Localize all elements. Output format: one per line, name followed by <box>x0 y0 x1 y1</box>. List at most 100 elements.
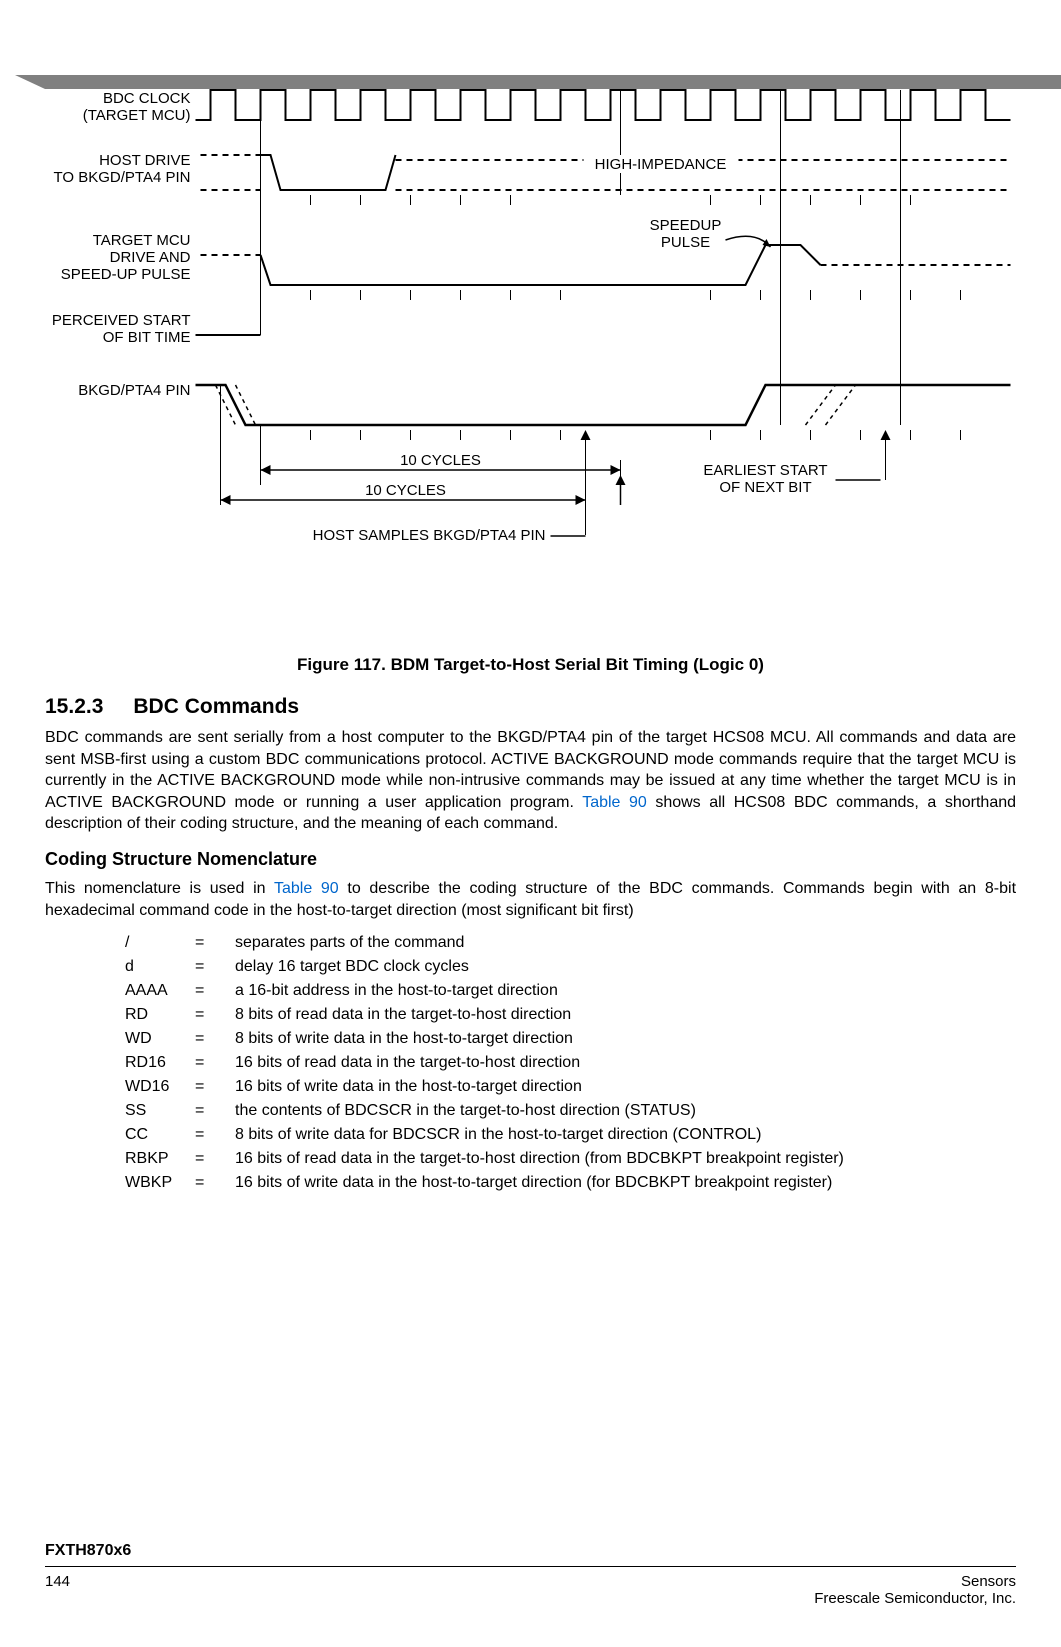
footer-right-l1: Sensors <box>814 1573 1016 1590</box>
bkgd-fall-dash2 <box>236 385 256 425</box>
nomen-eq: = <box>195 982 235 1000</box>
nomen-eq: = <box>195 934 235 952</box>
nomen-eq: = <box>195 1150 235 1168</box>
target-waveform <box>261 245 821 285</box>
nomen-row: WD16=16 bits of write data in the host-t… <box>125 1075 1016 1099</box>
paragraph-1: BDC commands are sent serially from a ho… <box>45 727 1016 835</box>
label-speedup-l2: PULSE <box>661 234 710 251</box>
nomen-sym: RBKP <box>125 1150 195 1168</box>
nomen-sym: RD16 <box>125 1054 195 1072</box>
nomen-row: CC=8 bits of write data for BDCSCR in th… <box>125 1123 1016 1147</box>
nomen-row: d=delay 16 target BDC clock cycles <box>125 955 1016 979</box>
ticks-row3 <box>311 290 961 300</box>
subheading-coding-structure: Coding Structure Nomenclature <box>45 849 1016 870</box>
row-perceived: PERCEIVED START OF BIT TIME <box>52 312 261 346</box>
footer-right: Sensors Freescale Semiconductor, Inc. <box>814 1573 1016 1607</box>
label-earliest-l2: OF NEXT BIT <box>719 479 811 496</box>
nomen-sym: WD <box>125 1030 195 1048</box>
nomen-eq: = <box>195 958 235 976</box>
speedup-arrow-line <box>726 236 771 247</box>
nomen-row: RD16=16 bits of read data in the target-… <box>125 1051 1016 1075</box>
p2-text-a: This nomenclature is used in <box>45 880 274 897</box>
timing-figure: BDC CLOCK (TARGET MCU) HOST DRIVE TO BKG… <box>45 75 1016 645</box>
nomen-eq: = <box>195 1078 235 1096</box>
nomen-eq: = <box>195 1126 235 1144</box>
nomen-row: WBKP=16 bits of write data in the host-t… <box>125 1171 1016 1195</box>
label-high-impedance: HIGH-IMPEDANCE <box>595 156 727 173</box>
footer-right-l2: Freescale Semiconductor, Inc. <box>814 1590 1016 1607</box>
nomen-desc: 16 bits of read data in the target-to-ho… <box>235 1150 1016 1168</box>
nomen-eq: = <box>195 1030 235 1048</box>
nomen-desc: delay 16 target BDC clock cycles <box>235 958 1016 976</box>
timing-diagram-svg: BDC CLOCK (TARGET MCU) HOST DRIVE TO BKG… <box>45 75 1016 645</box>
nomen-row: /=separates parts of the command <box>125 931 1016 955</box>
ticks-row5 <box>311 430 961 440</box>
nomen-desc: a 16-bit address in the host-to-target d… <box>235 982 1016 1000</box>
table-90-link-1[interactable]: Table 90 <box>582 794 647 811</box>
dimension-arrows: 10 CYCLES 10 CYCLES HOST SAMPLES BKGD/PT… <box>221 385 891 544</box>
nomen-eq: = <box>195 1174 235 1192</box>
bkgd-fall-dash1 <box>216 385 236 425</box>
nomen-row: RD=8 bits of read data in the target-to-… <box>125 1003 1016 1027</box>
page: BDC CLOCK (TARGET MCU) HOST DRIVE TO BKG… <box>0 75 1061 1647</box>
nomen-sym: CC <box>125 1126 195 1144</box>
nomen-sym: WD16 <box>125 1078 195 1096</box>
nomen-row: RBKP=16 bits of read data in the target-… <box>125 1147 1016 1171</box>
label-bdc-clock-l1: BDC CLOCK <box>103 90 191 107</box>
section-number: 15.2.3 <box>45 695 103 719</box>
bkgd-rise-dash1 <box>806 385 836 425</box>
bkgd-rise-dash2 <box>826 385 856 425</box>
nomen-sym: / <box>125 934 195 952</box>
row-bkgd-pin: BKGD/PTA4 PIN <box>78 382 1010 440</box>
nomen-row: WD=8 bits of write data in the host-to-t… <box>125 1027 1016 1051</box>
nomen-sym: RD <box>125 1006 195 1024</box>
row-target-mcu: TARGET MCU DRIVE AND SPEED-UP PULSE SPEE… <box>61 217 1011 300</box>
label-perceived-l2: OF BIT TIME <box>103 329 191 346</box>
nomen-row: AAAA=a 16-bit address in the host-to-tar… <box>125 979 1016 1003</box>
label-bkgd-pin: BKGD/PTA4 PIN <box>78 382 190 399</box>
label-target-l2: DRIVE AND <box>110 249 191 266</box>
nomen-desc: 16 bits of read data in the target-to-ho… <box>235 1054 1016 1072</box>
label-host-samples: HOST SAMPLES BKGD/PTA4 PIN <box>313 527 546 544</box>
nomen-eq: = <box>195 1006 235 1024</box>
section-title: BDC Commands <box>133 695 299 718</box>
nomen-sym: SS <box>125 1102 195 1120</box>
nomen-desc: 8 bits of write data for BDCSCR in the h… <box>235 1126 1016 1144</box>
nomenclature-list: /=separates parts of the command d=delay… <box>125 931 1016 1195</box>
nomen-desc: 8 bits of write data in the host-to-targ… <box>235 1030 1016 1048</box>
table-90-link-2[interactable]: Table 90 <box>274 880 339 897</box>
nomen-row: SS=the contents of BDCSCR in the target-… <box>125 1099 1016 1123</box>
nomen-sym: AAAA <box>125 982 195 1000</box>
footer-device: FXTH870x6 <box>45 1542 1016 1560</box>
nomen-desc: 16 bits of write data in the host-to-tar… <box>235 1078 1016 1096</box>
row-host-drive: HOST DRIVE TO BKGD/PTA4 PIN HIGH-IMPEDAN… <box>54 152 1011 205</box>
bkgd-waveform <box>196 385 1011 425</box>
label-10cycles-2: 10 CYCLES <box>365 482 446 499</box>
label-target-l3: SPEED-UP PULSE <box>61 266 191 283</box>
footer-page-number: 144 <box>45 1573 70 1607</box>
label-speedup-l1: SPEEDUP <box>650 217 722 234</box>
label-perceived-l1: PERCEIVED START <box>52 312 191 329</box>
label-10cycles-1: 10 CYCLES <box>400 452 481 469</box>
nomen-desc: the contents of BDCSCR in the target-to-… <box>235 1102 1016 1120</box>
row-bdc-clock: BDC CLOCK (TARGET MCU) <box>83 90 1011 425</box>
label-target-l1: TARGET MCU <box>93 232 191 249</box>
paragraph-2: This nomenclature is used in Table 90 to… <box>45 878 1016 921</box>
label-host-drive-l2: TO BKGD/PTA4 PIN <box>54 169 191 186</box>
nomen-sym: WBKP <box>125 1174 195 1192</box>
page-footer: FXTH870x6 144 Sensors Freescale Semicond… <box>45 1542 1016 1607</box>
label-host-drive-l1: HOST DRIVE <box>99 152 190 169</box>
label-bdc-clock-l2: (TARGET MCU) <box>83 107 191 124</box>
host-drive-waveform <box>261 155 396 190</box>
figure-caption: Figure 117. BDM Target-to-Host Serial Bi… <box>45 655 1016 675</box>
ticks-row2 <box>311 195 911 205</box>
label-earliest-l1: EARLIEST START <box>703 462 827 479</box>
nomen-desc: 8 bits of read data in the target-to-hos… <box>235 1006 1016 1024</box>
nomen-eq: = <box>195 1054 235 1072</box>
nomen-sym: d <box>125 958 195 976</box>
nomen-eq: = <box>195 1102 235 1120</box>
waveform-clock <box>196 90 1011 120</box>
nomen-desc: separates parts of the command <box>235 934 1016 952</box>
speedup-arrow-head <box>763 239 771 247</box>
footer-divider <box>45 1566 1016 1567</box>
